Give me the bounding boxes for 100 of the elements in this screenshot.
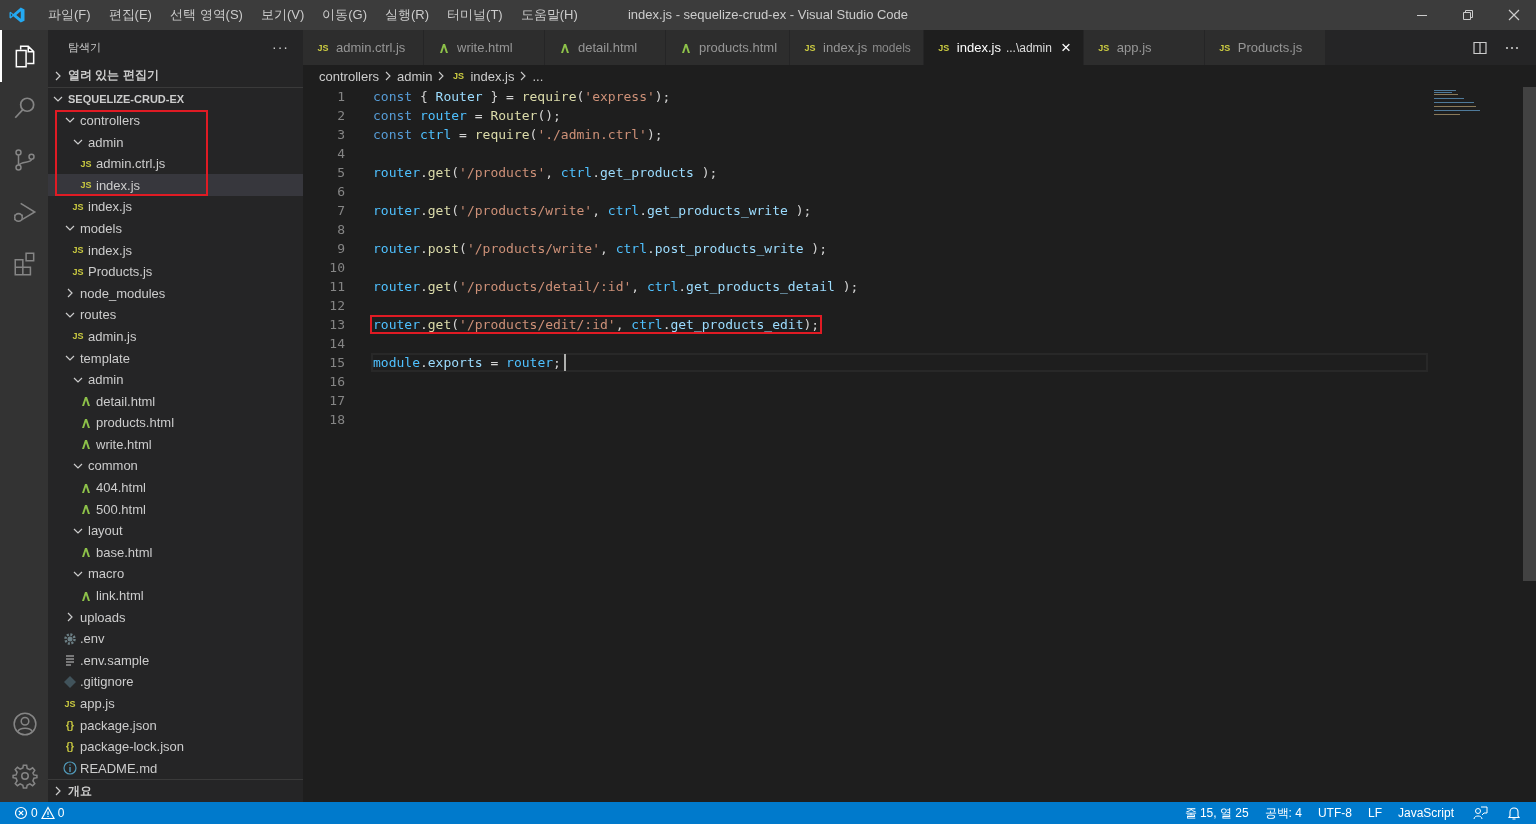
js-file-icon: JS <box>315 42 331 53</box>
breadcrumb-item[interactable]: ... <box>532 68 544 84</box>
editor-tab[interactable]: JS index.js models <box>790 30 924 65</box>
more-actions-button[interactable]: ··· <box>272 39 289 56</box>
scrollbar-thumb[interactable] <box>1523 87 1536 581</box>
line-number: 11 <box>328 279 345 294</box>
js-file-icon: JS <box>1216 42 1233 53</box>
tree-item[interactable]: link.html <box>48 584 303 607</box>
js-file-icon: JS <box>802 42 819 53</box>
tree-item[interactable]: JS index.js <box>48 239 303 261</box>
bell-icon[interactable] <box>1506 805 1522 821</box>
split-editor-icon[interactable] <box>1472 39 1488 56</box>
tree-item[interactable]: JS index.js <box>48 174 303 197</box>
tree-item[interactable]: JS admin.ctrl.js <box>48 152 303 175</box>
error-icon <box>14 806 28 820</box>
tree-item[interactable]: template <box>48 347 303 369</box>
js-file-icon: JS <box>78 155 94 172</box>
close-icon[interactable] <box>1508 9 1520 21</box>
menu-item[interactable]: 파일(F) <box>40 0 99 30</box>
line-number: 9 <box>336 241 345 256</box>
js-file-icon: JS <box>70 242 86 259</box>
tree-item[interactable]: products.html <box>48 412 303 434</box>
line-number: 12 <box>328 298 345 313</box>
line-number: 10 <box>328 260 345 275</box>
close-tab-button[interactable]: × <box>1060 37 1071 58</box>
tree-item[interactable]: models <box>48 217 303 240</box>
line-number: 5 <box>336 165 345 180</box>
tree-item[interactable]: .gitignore <box>48 671 303 693</box>
tree-item[interactable]: {} package.json <box>48 714 303 736</box>
feedback-icon[interactable] <box>1472 805 1488 821</box>
status-item[interactable]: JavaScript <box>1397 806 1454 820</box>
js-file-icon: JS <box>1095 42 1112 53</box>
tree-item[interactable]: JS app.js <box>48 692 303 715</box>
menu-item[interactable]: 실행(R) <box>377 0 438 30</box>
editor-tab[interactable]: write.html <box>424 30 545 65</box>
problems-button[interactable]: 0 0 <box>0 802 75 824</box>
editor-tab[interactable]: products.html <box>666 30 791 65</box>
code-line: const router = Router(); <box>372 107 562 125</box>
tree-item[interactable]: controllers <box>48 109 303 132</box>
code-line: module.exports = router; <box>372 354 562 372</box>
line-number: 15 <box>328 355 345 370</box>
line-number: 6 <box>336 184 345 199</box>
tree-item[interactable]: routes <box>48 304 303 326</box>
line-number: 1 <box>336 89 345 104</box>
tree-item[interactable]: write.html <box>48 433 303 456</box>
menu-item[interactable]: 이동(G) <box>314 0 376 30</box>
js-file-icon: JS <box>62 695 78 712</box>
tree-item[interactable]: admin <box>48 368 303 391</box>
editor-tab[interactable]: JS index.js ...\admin × <box>923 30 1084 65</box>
code-line: const ctrl = require('./admin.ctrl'); <box>372 126 664 144</box>
menu-item[interactable]: 터미널(T) <box>439 0 511 30</box>
code-line: router.get('/products', ctrl.get_products ); <box>372 164 719 182</box>
tree-item[interactable]: 404.html <box>48 476 303 499</box>
status-item[interactable]: LF <box>1367 806 1382 820</box>
breadcrumb-item[interactable]: index.js <box>470 68 515 84</box>
code-line: router.post('/products/write', ctrl.post_products_write ); <box>372 240 828 258</box>
editor-tab[interactable]: JS admin.ctrl.js <box>303 30 424 65</box>
editor-tab[interactable]: JS Products.js <box>1204 30 1326 65</box>
tree-item[interactable]: .env.sample <box>48 649 303 672</box>
line-number: 17 <box>328 393 345 408</box>
tree-item[interactable]: README.md <box>48 757 303 780</box>
menu-item[interactable]: 편집(E) <box>100 0 160 30</box>
tree-item[interactable]: JS Products.js <box>48 260 303 283</box>
vscode-logo-icon <box>8 6 26 24</box>
tree-item[interactable]: .env <box>48 627 303 650</box>
status-item[interactable]: 공백: 4 <box>1264 804 1302 822</box>
status-item[interactable]: UTF-8 <box>1317 806 1352 820</box>
gear-icon <box>62 630 78 647</box>
js-file-icon: JS <box>70 198 86 215</box>
code-line: router.get('/products/write', ctrl.get_products_write ); <box>372 202 813 220</box>
tree-item[interactable]: macro <box>48 563 303 585</box>
tree-item[interactable]: admin <box>48 131 303 153</box>
editor-tab[interactable]: detail.html <box>545 30 666 65</box>
menu-item[interactable]: 선택 영역(S) <box>161 0 251 30</box>
tree-item[interactable]: {} package-lock.json <box>48 735 303 758</box>
open-editors-header[interactable]: 열려 있는 편집기 <box>48 64 303 87</box>
tree-item[interactable]: 500.html <box>48 498 303 520</box>
breadcrumb-item[interactable]: admin <box>396 68 433 84</box>
tree-item[interactable]: common <box>48 455 303 477</box>
restore-icon[interactable] <box>1462 9 1474 21</box>
json-file-icon: {} <box>62 717 78 734</box>
line-number: 4 <box>336 146 345 161</box>
code-line: const { Router } = require('express'); <box>372 88 672 106</box>
menu-item[interactable]: 보기(V) <box>252 0 313 30</box>
js-file-icon: JS <box>70 263 86 280</box>
project-header[interactable]: SEQUELIZE-CRUD-EX <box>48 86 303 110</box>
tree-item[interactable]: uploads <box>48 606 303 628</box>
tree-item[interactable]: detail.html <box>48 390 303 412</box>
tree-item[interactable]: base.html <box>48 541 303 564</box>
line-number: 14 <box>328 336 345 351</box>
status-item[interactable]: 줄 15, 열 25 <box>1184 804 1249 822</box>
tree-item[interactable]: JS admin.js <box>48 325 303 348</box>
editor-tab[interactable]: JS app.js <box>1083 30 1205 65</box>
line-number: 13 <box>328 317 345 332</box>
tree-item[interactable]: layout <box>48 519 303 542</box>
breadcrumb-item[interactable]: controllers <box>319 68 379 84</box>
menu-item[interactable]: 도움말(H) <box>512 0 586 30</box>
json-file-icon: {} <box>62 738 78 755</box>
tree-item[interactable]: node_modules <box>48 282 303 304</box>
tree-item[interactable]: JS index.js <box>48 196 303 218</box>
